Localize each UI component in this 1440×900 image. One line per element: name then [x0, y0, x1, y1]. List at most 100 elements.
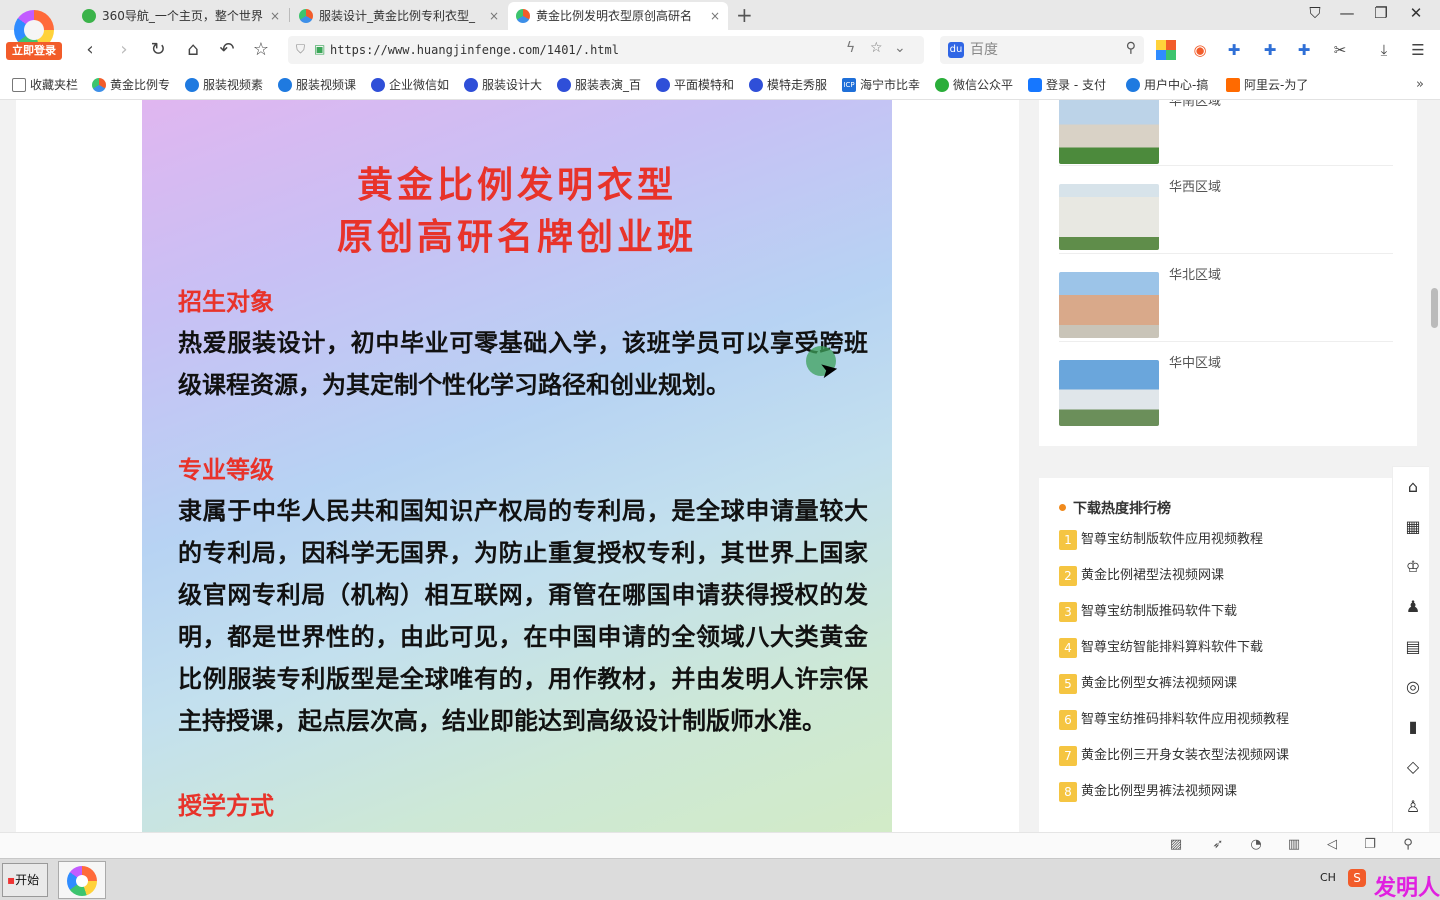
- extension-icon[interactable]: ✚: [1260, 40, 1280, 60]
- tab-close-icon[interactable]: ×: [710, 2, 720, 30]
- ranking-item[interactable]: 3 智尊宝纺制版推码软件下载: [1059, 601, 1237, 623]
- bookmark-item[interactable]: 用户中心-搞: [1126, 70, 1216, 100]
- minimize-button[interactable]: —: [1334, 4, 1360, 22]
- region-name[interactable]: 华西区域: [1169, 176, 1221, 195]
- shield-icon[interactable]: ⛉: [296, 42, 305, 57]
- extension-icon[interactable]: ✚: [1224, 40, 1244, 60]
- site-favicon-icon: [92, 78, 106, 92]
- favorite-star-icon[interactable]: ☆: [249, 38, 273, 62]
- search-icon[interactable]: ⚲: [1126, 40, 1136, 56]
- zoom-icon[interactable]: ⚲: [1398, 837, 1418, 852]
- user-group-icon[interactable]: ♟: [1393, 587, 1433, 627]
- reload-icon[interactable]: ↻: [146, 38, 170, 62]
- bookmark-item[interactable]: 模特走秀服: [749, 70, 831, 100]
- start-button[interactable]: ▪开始: [2, 863, 48, 897]
- bookmarks-more-button[interactable]: »: [1416, 70, 1424, 100]
- user-icon[interactable]: ♙: [1393, 787, 1433, 827]
- home-icon[interactable]: ⌂: [181, 38, 205, 62]
- diamond-icon[interactable]: ◇: [1393, 747, 1433, 787]
- tab-fashion-design[interactable]: 服装设计_黄金比例专利衣型_ ×: [291, 2, 507, 30]
- url-text[interactable]: https://www.huangjinfenge.com/1401/.html: [330, 36, 619, 64]
- ranking-item[interactable]: 5 黄金比例型女裤法视频网课: [1059, 673, 1237, 695]
- ranking-item[interactable]: 2 黄金比例裙型法视频网课: [1059, 565, 1224, 587]
- bookmark-folder[interactable]: 收藏夹栏: [12, 70, 88, 100]
- browser-logo[interactable]: 立即登录: [6, 8, 62, 62]
- tab-close-icon[interactable]: ×: [489, 2, 499, 30]
- bookmark-item[interactable]: 平面模特和: [656, 70, 738, 100]
- page-scrollbar[interactable]: [1429, 100, 1440, 832]
- id-card-icon[interactable]: ▤: [1393, 627, 1433, 667]
- bookmark-item[interactable]: 服装设计大: [464, 70, 546, 100]
- tab-title: 黄金比例发明衣型原创高研名: [536, 9, 693, 23]
- restore-button[interactable]: ❐: [1368, 4, 1394, 22]
- bookmark-item[interactable]: 服装表演_百: [557, 70, 643, 100]
- taskbar-browser-app[interactable]: [58, 861, 106, 899]
- region-item[interactable]: 华中区域: [1059, 342, 1393, 430]
- home-icon[interactable]: ⌂: [1393, 467, 1433, 507]
- trash-icon[interactable]: ▥: [1284, 837, 1304, 852]
- sogou-ime-icon[interactable]: S: [1348, 869, 1366, 887]
- region-item[interactable]: 华南区域: [1059, 100, 1393, 166]
- apps-grid-icon[interactable]: [1156, 40, 1176, 60]
- region-thumbnail[interactable]: [1059, 100, 1159, 164]
- address-bar[interactable]: ⛉ ▣ https://www.huangjinfenge.com/1401/.…: [288, 36, 924, 64]
- back-icon[interactable]: ‹: [78, 38, 102, 62]
- bookmark-item[interactable]: 服装视频课: [278, 70, 360, 100]
- new-tab-button[interactable]: +: [736, 2, 753, 28]
- alipay-icon: [1028, 78, 1042, 92]
- search-box[interactable]: du 百度 ⚲: [940, 36, 1144, 64]
- graduation-cap-icon[interactable]: ♔: [1393, 547, 1433, 587]
- bookmark-item[interactable]: ICP 海宁市比幸: [842, 70, 924, 100]
- extension-icon[interactable]: ✚: [1294, 40, 1314, 60]
- region-item[interactable]: 华西区域: [1059, 166, 1393, 254]
- baidu-icon[interactable]: du: [948, 42, 964, 58]
- bookmark-item[interactable]: 企业微信如: [371, 70, 455, 100]
- bookmark-item[interactable]: 黄金比例专: [92, 70, 174, 100]
- region-name[interactable]: 华中区域: [1169, 352, 1221, 371]
- speaker-icon[interactable]: ◁: [1322, 837, 1342, 852]
- chevron-down-icon[interactable]: ⌄: [894, 40, 906, 56]
- region-name[interactable]: 华南区域: [1169, 100, 1221, 109]
- section-paragraph: 热爱服装设计，初中毕业可零基础入学，该班学员可以享受跨班级课程资源，为其定制个性…: [178, 329, 868, 399]
- close-window-button[interactable]: ✕: [1403, 4, 1429, 22]
- login-button[interactable]: 立即登录: [6, 42, 62, 60]
- briefcase-icon[interactable]: ▮: [1393, 707, 1433, 747]
- region-thumbnail[interactable]: [1059, 272, 1159, 338]
- scissors-icon[interactable]: ✂: [1330, 40, 1350, 60]
- tab-golden-ratio-active[interactable]: 黄金比例发明衣型原创高研名 ×: [508, 2, 728, 30]
- bookmark-star-icon[interactable]: ☆: [870, 40, 883, 56]
- location-icon[interactable]: ◎: [1393, 667, 1433, 707]
- region-thumbnail[interactable]: [1059, 360, 1159, 426]
- forward-icon[interactable]: ›: [112, 38, 136, 62]
- browser-app-icon: [67, 866, 97, 896]
- image-icon[interactable]: ▨: [1166, 837, 1186, 852]
- search-placeholder[interactable]: 百度: [970, 36, 998, 64]
- bookmark-item[interactable]: 微信公众平: [935, 70, 1017, 100]
- undo-close-icon[interactable]: ↶: [215, 38, 239, 62]
- bookmark-item[interactable]: 登录 - 支付: [1028, 70, 1114, 100]
- region-thumbnail[interactable]: [1059, 184, 1159, 250]
- lock-icon[interactable]: ▣: [314, 42, 325, 56]
- bookmark-item[interactable]: 服装视频素: [185, 70, 267, 100]
- bookmark-item[interactable]: 阿里云-为了: [1226, 70, 1316, 100]
- speed-icon[interactable]: ◔: [1246, 837, 1266, 852]
- ranking-item[interactable]: 6 智尊宝纺推码排料软件应用视频教程: [1059, 709, 1289, 731]
- tab-360-home[interactable]: 360导航_一个主页，整个世界 ×: [74, 2, 288, 30]
- ranking-item[interactable]: 8 黄金比例型男裤法视频网课: [1059, 781, 1237, 803]
- window-icon[interactable]: ❐: [1360, 837, 1380, 852]
- menu-icon[interactable]: ☰: [1408, 40, 1428, 60]
- game-controller-icon[interactable]: ◉: [1190, 40, 1210, 60]
- lightning-icon[interactable]: ϟ: [846, 40, 855, 56]
- region-item[interactable]: 华北区域: [1059, 254, 1393, 342]
- download-icon[interactable]: ⤓: [1374, 40, 1394, 60]
- building-icon[interactable]: ▦: [1393, 507, 1433, 547]
- skin-icon[interactable]: ⛉: [1302, 4, 1328, 22]
- language-indicator[interactable]: CH: [1320, 871, 1336, 884]
- ranking-item[interactable]: 1 智尊宝纺制版软件应用视频教程: [1059, 529, 1263, 551]
- tab-close-icon[interactable]: ×: [270, 2, 280, 30]
- region-name[interactable]: 华北区域: [1169, 264, 1221, 283]
- rocket-icon[interactable]: ➶: [1208, 837, 1228, 852]
- ranking-item[interactable]: 7 黄金比例三开身女装衣型法视频网课: [1059, 745, 1289, 767]
- scrollbar-thumb[interactable]: [1431, 288, 1438, 328]
- ranking-item[interactable]: 4 智尊宝纺智能排料算料软件下载: [1059, 637, 1263, 659]
